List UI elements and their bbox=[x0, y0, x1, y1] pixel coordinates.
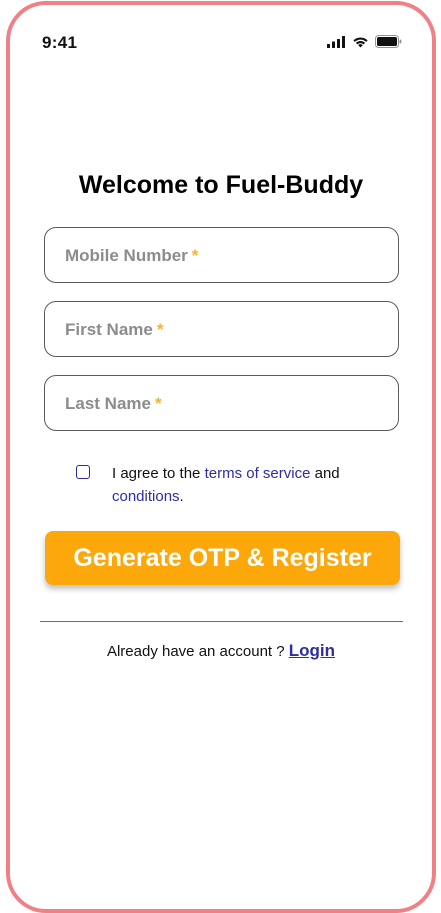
divider bbox=[40, 621, 403, 622]
page-title: Welcome to Fuel-Buddy bbox=[78, 171, 364, 199]
required-mark: * bbox=[156, 320, 164, 339]
battery-icon bbox=[375, 35, 402, 53]
status-icons bbox=[327, 35, 402, 53]
wifi-icon bbox=[352, 35, 369, 53]
mobile-number-label: Mobile Number * bbox=[65, 246, 199, 265]
mobile-number-field[interactable]: Mobile Number * bbox=[44, 227, 399, 283]
required-mark: * bbox=[191, 246, 199, 265]
generate-otp-register-button[interactable]: Generate OTP & Register bbox=[45, 531, 400, 585]
login-link[interactable]: Login bbox=[289, 641, 335, 660]
status-time: 9:41 bbox=[42, 33, 78, 52]
phone-frame: 9:41 Welcome to Fuel-Buddy Mobile Number… bbox=[6, 1, 436, 913]
terms-of-service-link[interactable]: terms of service bbox=[205, 465, 311, 482]
conditions-link[interactable]: conditions bbox=[112, 488, 180, 505]
required-mark: * bbox=[154, 394, 162, 413]
agreement-text: I agree to the terms of service and cond… bbox=[112, 465, 340, 505]
login-prompt: Already have an account ? Login bbox=[10, 641, 432, 661]
signal-icon bbox=[327, 35, 346, 53]
last-name-label: Last Name * bbox=[65, 394, 162, 413]
terms-checkbox[interactable] bbox=[76, 465, 90, 479]
login-prompt-text: Already have an account ? bbox=[106, 643, 289, 660]
first-name-label: First Name * bbox=[65, 320, 164, 339]
first-name-field[interactable]: First Name * bbox=[44, 301, 399, 357]
status-bar: 9:41 bbox=[10, 5, 432, 55]
last-name-field[interactable]: Last Name * bbox=[44, 375, 399, 431]
